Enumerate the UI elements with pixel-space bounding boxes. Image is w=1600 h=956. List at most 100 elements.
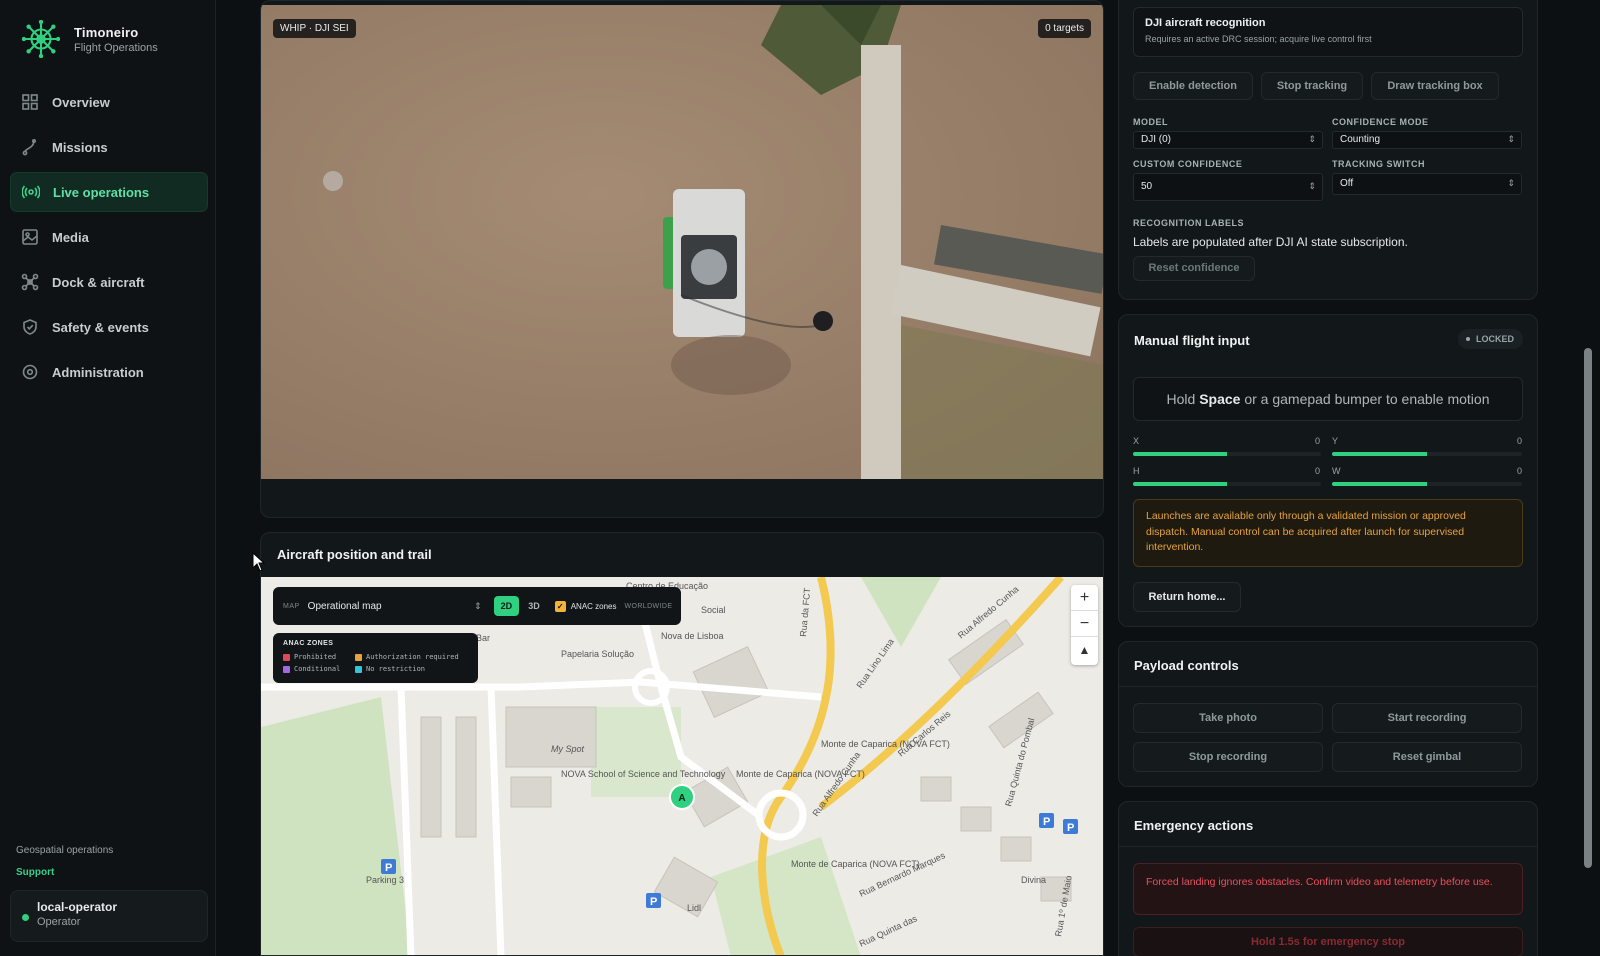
emergency-title: Emergency actions bbox=[1134, 818, 1254, 833]
take-photo-button[interactable]: Take photo bbox=[1133, 703, 1323, 733]
locked-badge: LOCKED bbox=[1458, 329, 1523, 349]
legend-label: Prohibited bbox=[294, 653, 337, 661]
stream-label-badge: WHIP · DJI SEI bbox=[273, 19, 356, 38]
map-label-social: Social bbox=[701, 605, 726, 615]
manual-flight-card: Manual flight input LOCKED Hold Space or… bbox=[1118, 314, 1538, 627]
reset-gimbal-button[interactable]: Reset gimbal bbox=[1332, 742, 1522, 772]
geospatial-label: Geospatial operations bbox=[16, 845, 114, 856]
operational-map[interactable]: NOVA School of Science and Technology My… bbox=[261, 577, 1103, 955]
payload-title: Payload controls bbox=[1134, 658, 1239, 673]
checkbox-checked-icon: ✓ bbox=[554, 600, 566, 612]
axis-w-bar bbox=[1332, 482, 1522, 486]
map-select-label: MAP bbox=[283, 602, 300, 610]
map-label-novalisboa: Nova de Lisboa bbox=[661, 631, 724, 641]
anac-legend: ANAC ZONES Prohibited Authorization requ… bbox=[273, 633, 478, 683]
svg-text:P: P bbox=[1043, 816, 1050, 828]
nav-item-overview[interactable]: Overview bbox=[10, 82, 208, 122]
svg-text:P: P bbox=[650, 896, 657, 908]
grid-icon bbox=[22, 94, 38, 110]
emergency-stop-button[interactable]: Hold 1.5s for emergency stop bbox=[1133, 927, 1523, 956]
axis-y-label: Y bbox=[1332, 436, 1339, 446]
cursor-icon bbox=[252, 552, 266, 572]
map-panel-title: Aircraft position and trail bbox=[277, 547, 432, 562]
map-label-parking3: Parking 3 bbox=[366, 875, 404, 885]
axis-w-label: W bbox=[1332, 466, 1341, 476]
tracking-switch-select[interactable]: Off ⇕ bbox=[1332, 173, 1522, 195]
drone-icon bbox=[21, 273, 39, 291]
nav-item-missions[interactable]: Missions bbox=[10, 127, 208, 167]
page-scrollbar[interactable] bbox=[1584, 348, 1592, 868]
return-home-button[interactable]: Return home... bbox=[1133, 582, 1241, 612]
broadcast-icon bbox=[22, 185, 40, 199]
recognition-title: DJI aircraft recognition bbox=[1145, 17, 1266, 29]
parking-icon: P bbox=[1039, 813, 1054, 828]
payload-card: Payload controls Take photo Start record… bbox=[1118, 641, 1538, 787]
helm-logo-icon bbox=[22, 20, 60, 58]
zoom-out-button[interactable]: − bbox=[1071, 611, 1098, 637]
user-name: local-operator bbox=[37, 900, 118, 914]
axis-x-value: 0 bbox=[1315, 436, 1321, 446]
legend-item-conditional: Conditional bbox=[283, 665, 355, 673]
map-style-value: Operational map bbox=[307, 600, 382, 612]
axis-h-value: 0 bbox=[1315, 466, 1321, 476]
emergency-warning: Forced landing ignores obstacles. Confir… bbox=[1133, 863, 1523, 915]
brand[interactable]: Timoneiro Flight Operations bbox=[22, 20, 158, 58]
aerial-video-feed[interactable] bbox=[261, 5, 1104, 479]
brand-name: Timoneiro bbox=[74, 24, 139, 40]
nav-label: Live operations bbox=[53, 184, 150, 200]
confidence-mode-label: CONFIDENCE MODE bbox=[1332, 117, 1429, 127]
recognition-labels-label: RECOGNITION LABELS bbox=[1133, 218, 1245, 228]
user-card[interactable]: local-operator Operator bbox=[10, 890, 208, 942]
nav-label: Administration bbox=[52, 364, 144, 380]
parking-icon: P bbox=[646, 893, 661, 908]
compass-reset-button[interactable]: ▲ bbox=[1071, 637, 1098, 663]
legend-item-prohibited: Prohibited bbox=[283, 653, 355, 661]
zoom-controls: + − ▲ bbox=[1071, 585, 1098, 665]
map-label-lidl: Lidl bbox=[687, 903, 701, 913]
brand-subtitle: Flight Operations bbox=[74, 41, 158, 54]
hint-key-space: Space bbox=[1199, 391, 1241, 407]
nav-label: Safety & events bbox=[52, 319, 149, 335]
parking-icon: P bbox=[1063, 819, 1078, 834]
aircraft-marker-label: A bbox=[678, 793, 685, 804]
nav-item-dock-aircraft[interactable]: Dock & aircraft bbox=[10, 262, 208, 302]
mode-2d-button[interactable]: 2D bbox=[493, 596, 520, 616]
nav-label: Overview bbox=[52, 94, 110, 110]
stop-tracking-button[interactable]: Stop tracking bbox=[1261, 72, 1363, 100]
nav-item-media[interactable]: Media bbox=[10, 217, 208, 257]
hint-text-pre: Hold bbox=[1166, 391, 1200, 407]
model-select[interactable]: DJI (0) ⇕ bbox=[1133, 131, 1323, 149]
map-label-bar: Bar bbox=[476, 633, 490, 643]
custom-confidence-value: 50 bbox=[1141, 181, 1153, 192]
anac-zones-toggle[interactable]: ✓ ANAC zones bbox=[554, 600, 617, 612]
anac-zones-label: ANAC zones bbox=[570, 601, 617, 611]
support-link[interactable]: Support bbox=[16, 867, 54, 878]
enable-detection-button[interactable]: Enable detection bbox=[1133, 72, 1253, 100]
zoom-in-button[interactable]: + bbox=[1071, 585, 1098, 611]
gear-icon bbox=[22, 364, 38, 380]
map-style-select[interactable]: Operational map ⇕ bbox=[308, 595, 486, 617]
recognition-subtitle: Requires an active DRC session; acquire … bbox=[1145, 34, 1372, 44]
map-toolbar: MAP Operational map ⇕ 2D 3D ✓ ANAC zones… bbox=[273, 587, 681, 625]
stepper-icon: ⇕ bbox=[1308, 181, 1316, 191]
axis-h-label: H bbox=[1133, 466, 1140, 476]
nav-item-administration[interactable]: Administration bbox=[10, 352, 208, 392]
stop-recording-button[interactable]: Stop recording bbox=[1133, 742, 1323, 772]
shield-icon bbox=[23, 319, 37, 335]
mode-3d-button[interactable]: 3D bbox=[521, 596, 547, 616]
start-recording-button[interactable]: Start recording bbox=[1332, 703, 1522, 733]
reset-confidence-button[interactable]: Reset confidence bbox=[1133, 256, 1255, 281]
confidence-mode-select[interactable]: Counting ⇕ bbox=[1332, 131, 1522, 149]
nav-item-safety-events[interactable]: Safety & events bbox=[10, 307, 208, 347]
custom-confidence-input[interactable]: 50 ⇕ bbox=[1133, 173, 1323, 201]
aircraft-marker[interactable]: A bbox=[669, 784, 695, 810]
axis-w-value: 0 bbox=[1517, 466, 1523, 476]
online-status-dot bbox=[22, 914, 29, 921]
draw-tracking-box-button[interactable]: Draw tracking box bbox=[1371, 72, 1499, 100]
axis-y-fill bbox=[1332, 452, 1427, 456]
axis-y-value: 0 bbox=[1517, 436, 1523, 446]
model-label: MODEL bbox=[1133, 117, 1168, 127]
nav-item-live-operations[interactable]: Live operations bbox=[10, 172, 208, 212]
legend-item-authorization: Authorization required bbox=[355, 653, 475, 661]
map-label-monte-2: Monte de Caparica (NOVA FCT) bbox=[736, 769, 865, 779]
